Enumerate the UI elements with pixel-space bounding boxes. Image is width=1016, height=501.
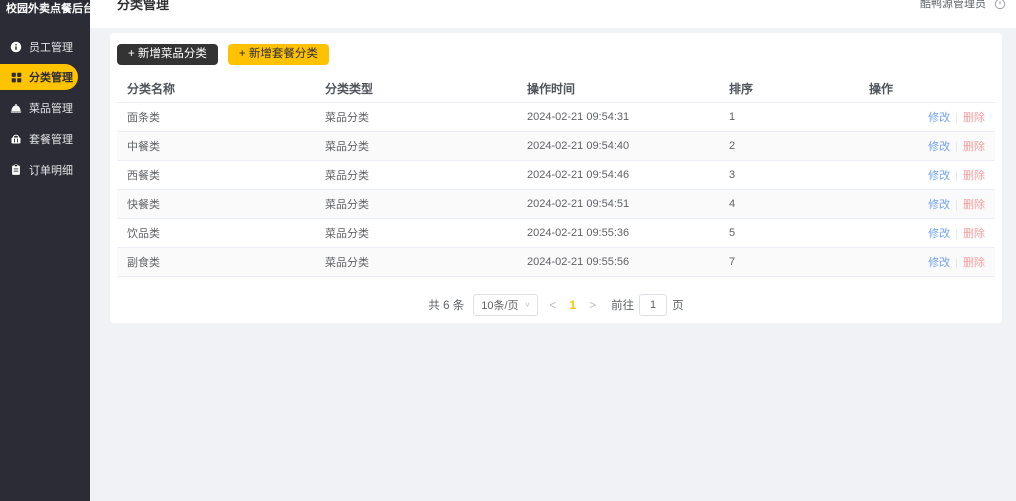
page-size-select[interactable]: 10条/页 ∨ — [473, 294, 538, 316]
cell-sort: 4 — [719, 189, 859, 218]
sidebar-item-combos[interactable]: 套餐管理 — [0, 124, 90, 154]
cell-name: 快餐类 — [117, 189, 315, 218]
cell-type: 菜品分类 — [315, 131, 517, 160]
action-divider: | — [955, 170, 958, 182]
col-header-name: 分类名称 — [117, 75, 315, 102]
cell-type: 菜品分类 — [315, 218, 517, 247]
add-combo-category-button[interactable]: + 新增套餐分类 — [228, 44, 329, 65]
col-header-type: 分类类型 — [315, 75, 517, 102]
cell-sort: 2 — [719, 131, 859, 160]
prev-page-button[interactable]: < — [547, 298, 558, 312]
goto-group: 前往 页 — [611, 294, 684, 316]
table-row: 饮品类 菜品分类 2024-02-21 09:55:36 5 修改 | 删除 — [117, 218, 995, 247]
pagination: 共 6 条 10条/页 ∨ < 1 > 前往 页 — [117, 294, 995, 316]
cell-type: 菜品分类 — [315, 247, 517, 276]
action-divider: | — [955, 141, 958, 153]
sidebar-item-label: 订单明细 — [29, 162, 73, 178]
cell-type: 菜品分类 — [315, 102, 517, 131]
cell-type: 菜品分类 — [315, 189, 517, 218]
delete-link[interactable]: 删除 — [963, 199, 985, 211]
cell-sort: 3 — [719, 160, 859, 189]
category-table: 分类名称 分类类型 操作时间 排序 操作 面条类 菜品分类 2024-02-21… — [117, 75, 995, 277]
cell-sort: 7 — [719, 247, 859, 276]
combo-icon — [10, 133, 22, 145]
goto-page-input[interactable] — [639, 294, 667, 316]
sidebar-item-label: 套餐管理 — [29, 131, 73, 147]
cell-type: 菜品分类 — [315, 160, 517, 189]
col-header-time: 操作时间 — [517, 75, 719, 102]
add-dish-category-button[interactable]: + 新增菜品分类 — [117, 44, 218, 65]
edit-link[interactable]: 修改 — [928, 170, 950, 182]
delete-link[interactable]: 删除 — [963, 112, 985, 124]
sidebar-item-employees[interactable]: 员工管理 — [0, 32, 90, 62]
cell-sort: 5 — [719, 218, 859, 247]
delete-link[interactable]: 删除 — [963, 141, 985, 153]
col-header-sort: 排序 — [719, 75, 859, 102]
page-title: 分类管理 — [117, 0, 169, 13]
sidebar-item-dishes[interactable]: 菜品管理 — [0, 93, 90, 123]
next-page-button[interactable]: > — [587, 298, 598, 312]
logout-icon[interactable] — [994, 0, 1006, 10]
sidebar-item-orders[interactable]: 订单明细 — [0, 155, 90, 185]
toolbar: + 新增菜品分类 + 新增套餐分类 — [117, 44, 995, 65]
sidebar-menu: 员工管理 分类管理 菜品管理 — [0, 32, 90, 185]
table-header-row: 分类名称 分类类型 操作时间 排序 操作 — [117, 75, 995, 102]
cell-name: 面条类 — [117, 102, 315, 131]
action-divider: | — [955, 112, 958, 124]
cell-time: 2024-02-21 09:54:40 — [517, 131, 719, 160]
cell-time: 2024-02-21 09:55:36 — [517, 218, 719, 247]
table-row: 副食类 菜品分类 2024-02-21 09:55:56 7 修改 | 删除 — [117, 247, 995, 276]
edit-link[interactable]: 修改 — [928, 257, 950, 269]
edit-link[interactable]: 修改 — [928, 228, 950, 240]
action-divider: | — [955, 257, 958, 269]
edit-link[interactable]: 修改 — [928, 199, 950, 211]
edit-link[interactable]: 修改 — [928, 112, 950, 124]
order-icon — [10, 164, 22, 176]
sidebar-item-label: 员工管理 — [29, 39, 73, 55]
cell-time: 2024-02-21 09:54:46 — [517, 160, 719, 189]
delete-link[interactable]: 删除 — [963, 257, 985, 269]
cell-time: 2024-02-21 09:54:51 — [517, 189, 719, 218]
chevron-down-icon: ∨ — [525, 301, 531, 308]
table-row: 西餐类 菜品分类 2024-02-21 09:54:46 3 修改 | 删除 — [117, 160, 995, 189]
table-row: 面条类 菜品分类 2024-02-21 09:54:31 1 修改 | 删除 — [117, 102, 995, 131]
dish-icon — [10, 102, 22, 114]
pagination-total: 共 6 条 — [428, 297, 464, 313]
sidebar-item-categories[interactable]: 分类管理 — [0, 64, 78, 90]
sidebar: 校园外卖点餐后台系统 员工管理 分类管理 — [0, 0, 90, 501]
cell-name: 饮品类 — [117, 218, 315, 247]
table-row: 快餐类 菜品分类 2024-02-21 09:54:51 4 修改 | 删除 — [117, 189, 995, 218]
edit-link[interactable]: 修改 — [928, 141, 950, 153]
cell-name: 中餐类 — [117, 131, 315, 160]
cell-time: 2024-02-21 09:54:31 — [517, 102, 719, 131]
app-title: 校园外卖点餐后台系统 — [0, 0, 90, 16]
col-header-action: 操作 — [859, 75, 995, 102]
cell-sort: 1 — [719, 102, 859, 131]
cell-name: 西餐类 — [117, 160, 315, 189]
sidebar-item-label: 菜品管理 — [29, 100, 73, 116]
delete-link[interactable]: 删除 — [963, 170, 985, 182]
page-number-current[interactable]: 1 — [567, 298, 578, 312]
page-size-value: 10条/页 — [481, 297, 518, 313]
action-divider: | — [955, 228, 958, 240]
main-content: + 新增菜品分类 + 新增套餐分类 分类名称 分类类型 操作时间 排序 操作 面… — [90, 28, 1016, 501]
delete-link[interactable]: 删除 — [963, 228, 985, 240]
grid-icon — [10, 71, 22, 83]
current-username: 酷鸭源管理员 — [920, 0, 986, 11]
category-card: + 新增菜品分类 + 新增套餐分类 分类名称 分类类型 操作时间 排序 操作 面… — [110, 33, 1002, 323]
info-icon — [10, 41, 22, 53]
action-divider: | — [955, 199, 958, 211]
cell-name: 副食类 — [117, 247, 315, 276]
page-unit-label: 页 — [672, 297, 684, 313]
table-row: 中餐类 菜品分类 2024-02-21 09:54:40 2 修改 | 删除 — [117, 131, 995, 160]
top-header: 分类管理 酷鸭源管理员 — [90, 0, 1016, 28]
sidebar-item-label: 分类管理 — [29, 69, 73, 85]
goto-label: 前往 — [611, 297, 634, 313]
cell-time: 2024-02-21 09:55:56 — [517, 247, 719, 276]
